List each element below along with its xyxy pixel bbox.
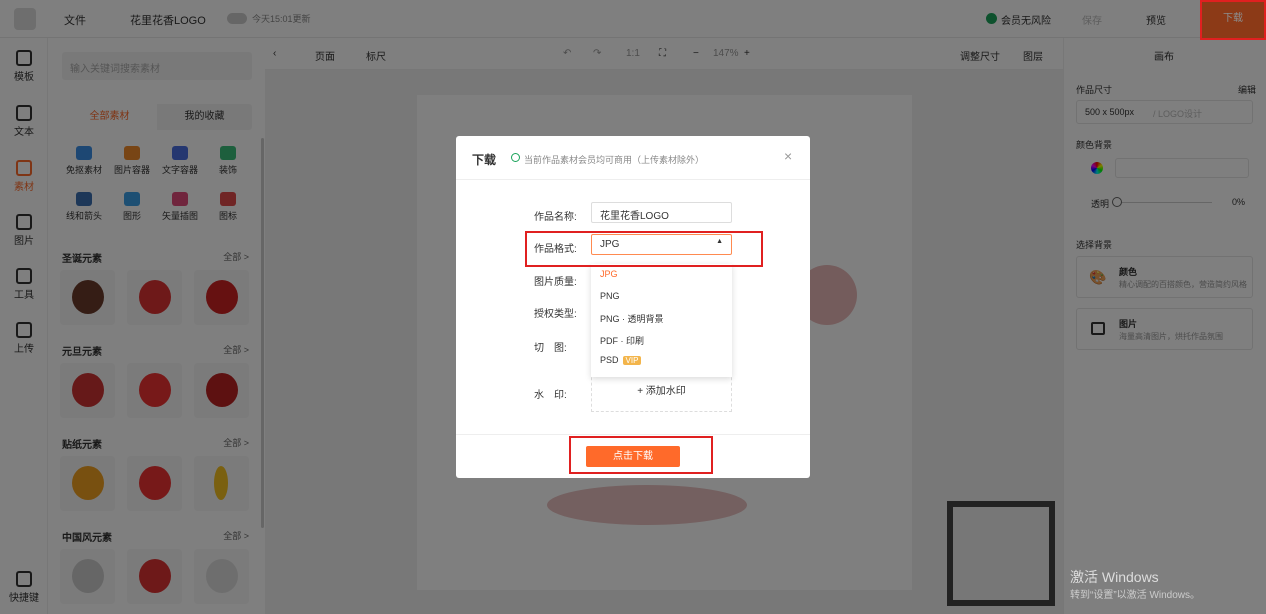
format-option-psd[interactable]: PSD VIP: [600, 355, 642, 365]
add-watermark-button[interactable]: + 添加水印: [591, 372, 732, 412]
windows-activation-title: 激活 Windows: [1070, 569, 1159, 585]
close-icon[interactable]: ×: [784, 148, 792, 164]
divider: [456, 434, 810, 435]
download-dialog: 下载 当前作品素材会员均可商用（上传素材除外） × 作品名称: 花里花香LOGO…: [456, 136, 810, 478]
format-option-pdf[interactable]: PDF · 印刷: [600, 334, 644, 347]
license-label: 授权类型:: [534, 309, 577, 320]
format-dropdown: JPG PNG PNG · 透明背景 PDF · 印刷 PSD VIP: [591, 264, 732, 377]
watermark-label: 水 印:: [534, 390, 567, 401]
commercial-notice: 当前作品素材会员均可商用（上传素材除外）: [524, 155, 705, 165]
name-input[interactable]: 花里花香LOGO: [591, 202, 732, 223]
highlight-box: [1200, 0, 1266, 40]
dialog-title: 下载: [472, 153, 497, 167]
format-option-png-transparent[interactable]: PNG · 透明背景: [600, 312, 664, 325]
check-circle-icon: [511, 153, 520, 162]
windows-activation-hint: 转到“设置”以激活 Windows。: [1070, 590, 1201, 601]
highlight-box: [569, 436, 713, 474]
slice-label: 切 图:: [534, 343, 567, 354]
format-option-png[interactable]: PNG: [600, 291, 620, 301]
option-label: PSD: [600, 355, 619, 365]
dialog-header: 下载 当前作品素材会员均可商用（上传素材除外） ×: [456, 136, 810, 180]
quality-label: 图片质量:: [534, 277, 577, 288]
highlight-box: [525, 231, 763, 267]
name-label: 作品名称:: [534, 212, 577, 223]
format-option-jpg[interactable]: JPG: [600, 269, 618, 279]
vip-badge: VIP: [622, 356, 642, 365]
